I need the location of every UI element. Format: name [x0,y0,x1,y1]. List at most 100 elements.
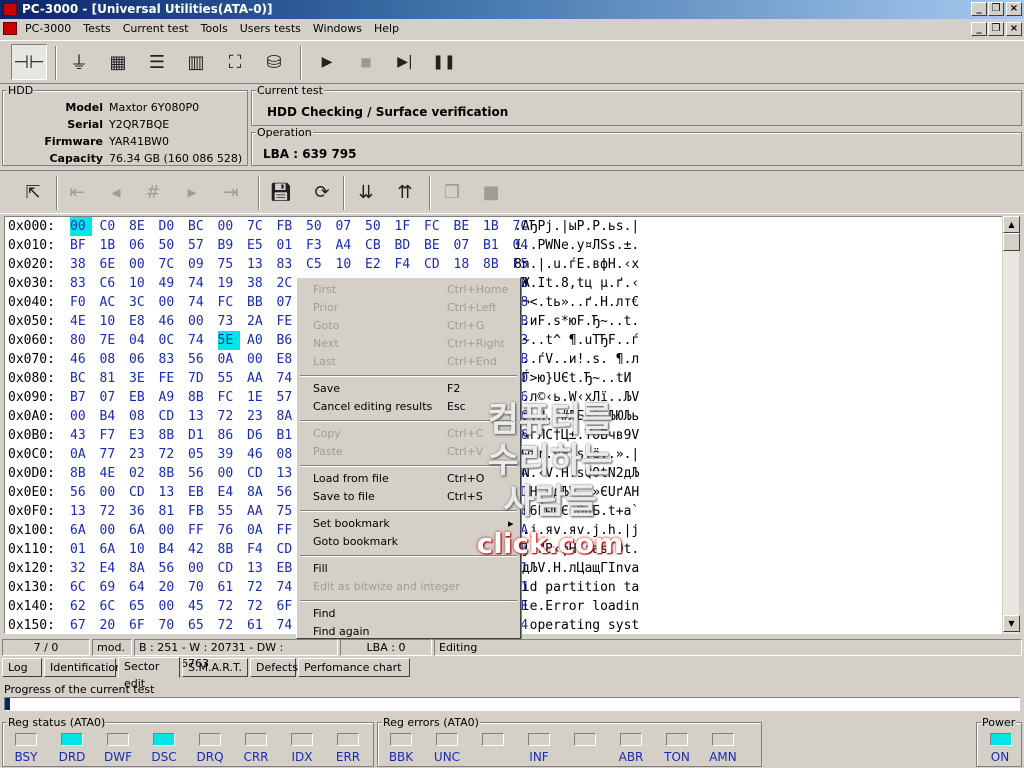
hex-byte[interactable]: 23 [247,407,269,426]
hex-byte[interactable]: 19 [218,274,240,293]
hex-byte[interactable]: 06 [129,350,151,369]
hex-byte[interactable]: 6F [129,616,151,633]
row-ascii[interactable]: CчгЛС†Ц±.ТоBчв9V [514,426,639,445]
hex-byte[interactable]: 39 [218,445,240,464]
hex-byte[interactable]: 8B [159,464,181,483]
hex-byte[interactable]: 56 [188,464,210,483]
hex-byte[interactable]: AC [100,293,122,312]
hex-byte[interactable]: 8B [188,388,210,407]
hex-byte[interactable]: D6 [247,426,269,445]
hex-byte[interactable]: A9 [159,388,181,407]
hex-byte[interactable]: 00 [70,407,92,426]
hex-byte[interactable]: 42 [188,540,210,559]
hex-byte[interactable]: CB [365,236,387,255]
row-ascii[interactable]: lid partition ta [514,578,639,597]
hex-byte[interactable]: 01 [277,236,299,255]
hex-byte[interactable]: 80 [70,331,92,350]
hex-byte[interactable]: 6C [70,578,92,597]
first-sector-icon[interactable]: ⇤ [62,177,92,207]
hex-byte[interactable]: F4 [395,255,417,274]
row-ascii[interactable]: р¬<.tь»..ґ.Н.лт€ [514,293,639,312]
hex-byte[interactable]: 8B [159,426,181,445]
hex-byte[interactable]: 07 [100,388,122,407]
hex-byte[interactable]: FF [188,521,210,540]
hex-byte[interactable]: F3 [306,236,328,255]
hex-byte[interactable]: 13 [70,502,92,521]
hex-byte[interactable]: 8B [218,540,240,559]
hex-byte[interactable]: 10 [129,274,151,293]
hex-byte[interactable]: 3C [129,293,151,312]
vertical-scrollbar[interactable]: ▲ ▼ [1002,216,1020,634]
hex-byte[interactable]: AA [247,369,269,388]
hex-byte[interactable]: D0 [159,217,181,236]
menu-item[interactable]: Help [374,22,399,35]
hex-byte[interactable]: 00 [159,293,181,312]
hex-byte[interactable]: 10 [129,540,151,559]
context-menu-item[interactable]: Copy Ctrl+C [313,425,513,443]
hex-byte[interactable]: E5 [247,236,269,255]
context-menu-item[interactable]: Next Ctrl+Right [313,335,513,353]
hex-byte[interactable]: 77 [100,445,122,464]
pause-icon[interactable]: ❚❚ [429,47,459,77]
hex-byte[interactable]: 00 [100,521,122,540]
hex-byte[interactable]: 00 [129,255,151,274]
hex-byte[interactable]: 56 [70,483,92,502]
hex-byte[interactable]: 08 [129,407,151,426]
context-menu-item[interactable]: Save F2 [313,380,513,398]
hex-byte[interactable]: 00 [188,559,210,578]
step-icon[interactable]: ▶| [390,47,420,77]
hdd-test-icon[interactable]: ⏚ [64,47,94,77]
hex-byte[interactable]: 1E [247,388,269,407]
hex-byte[interactable]: 61 [218,578,240,597]
hex-byte[interactable]: 10 [100,312,122,331]
hex-byte[interactable]: 00 [70,217,92,236]
list-icon[interactable]: ☰ [142,47,172,77]
hex-byte[interactable]: 38 [70,255,92,274]
row-ascii[interactable]: 8n.|.u.ѓE.вфН.‹х [514,255,639,274]
hex-byte[interactable]: 13 [159,483,181,502]
row-ascii[interactable]: j.j.яv.яv.j.h.|j [514,521,639,540]
hex-byte[interactable]: 08 [100,350,122,369]
next-sector-icon[interactable]: ▸ [177,177,207,207]
context-menu-item[interactable]: First Ctrl+Home [313,281,513,299]
hex-byte[interactable]: 74 [188,274,210,293]
hex-byte[interactable]: E3 [129,426,151,445]
hex-byte[interactable]: BC [70,369,92,388]
context-menu-item[interactable]: Goto Ctrl+G [313,317,513,335]
hex-byte[interactable]: 81 [100,369,122,388]
hex-byte[interactable]: 0A [218,350,240,369]
row-ascii[interactable]: ‹N.‹V.Н.sQOtN2дЉ [514,464,639,483]
hex-byte[interactable]: B7 [70,388,92,407]
exit-editor-icon[interactable]: ⇱ [18,177,48,207]
hex-byte[interactable]: 57 [188,236,210,255]
hex-byte[interactable]: EB [129,388,151,407]
hex-byte[interactable]: CD [218,559,240,578]
row-ascii[interactable]: .j.ґB‹фН.aas.Ot. [514,540,639,559]
hex-byte[interactable]: 70 [159,616,181,633]
hex-byte[interactable]: 56 [159,559,181,578]
mdi-close-button[interactable]: × [1006,22,1022,36]
row-ascii[interactable]: .АЂPj.|ыP.P.ьs.| [514,217,639,236]
tower-icon[interactable]: ⛶ [220,47,250,77]
hex-byte[interactable]: 55 [218,502,240,521]
hex-byte[interactable]: 7C [159,255,181,274]
hex-byte[interactable]: 72 [159,445,181,464]
hex-byte[interactable]: 1F [395,217,417,236]
hex-byte[interactable]: 81 [159,502,181,521]
context-menu-item[interactable]: Load from file Ctrl+O [313,470,513,488]
hex-byte[interactable]: 61 [247,616,269,633]
hex-byte[interactable]: 83 [277,255,299,274]
save-icon[interactable]: 💾︎ [266,177,296,207]
mdi-restore-button[interactable]: ❐ [988,22,1004,36]
context-menu-item[interactable]: Last Ctrl+End [313,353,513,371]
hex-byte[interactable]: 6C [100,597,122,616]
row-ascii[interactable]: ble.Error loadin [514,597,639,616]
hex-byte[interactable]: B4 [100,407,122,426]
load-file-icon[interactable]: ⇊ [351,177,381,207]
hex-byte[interactable]: 72 [218,597,240,616]
tab-perfomance-chart[interactable]: Perfomance chart [298,658,410,677]
menu-item[interactable]: Windows [313,22,362,35]
copy-icon[interactable]: ❐ [437,177,467,207]
hex-byte[interactable]: FB [188,502,210,521]
hex-byte[interactable]: 00 [247,350,269,369]
